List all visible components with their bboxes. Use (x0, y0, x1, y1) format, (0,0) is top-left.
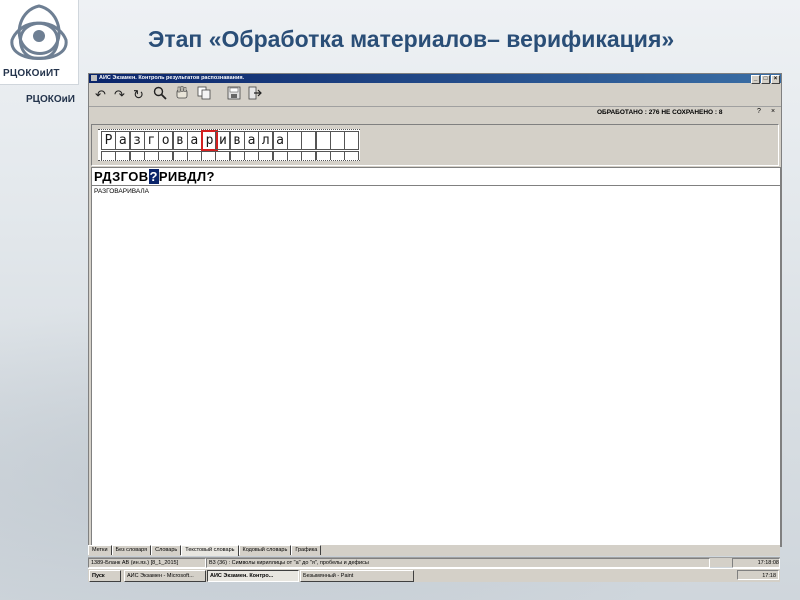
tab-graphics[interactable]: Графика (291, 545, 322, 555)
char-cell-lower (258, 151, 274, 160)
char-cell-lower (143, 151, 159, 160)
char-cell-lower (172, 151, 188, 160)
app-window: АИС Экзамен. Контроль результатов распоз… (88, 73, 782, 547)
help-button[interactable]: ? (757, 108, 761, 115)
tab-marks[interactable]: Метки (88, 545, 112, 555)
char-cell[interactable]: в (172, 131, 188, 150)
maximize-button[interactable]: □ (761, 75, 770, 84)
char-cell-lower (215, 151, 231, 160)
char-cell-lower (229, 151, 245, 160)
char-cell[interactable] (315, 131, 331, 150)
char-cell[interactable] (344, 131, 360, 150)
slide-title: Этап «Обработка материалов– верификация» (148, 26, 675, 52)
logo-emblem-icon (10, 4, 68, 60)
close-panel-button[interactable]: × (771, 108, 775, 115)
unrecognized-char[interactable]: ? (148, 169, 159, 184)
char-cell[interactable]: в (229, 131, 245, 150)
undo-icon[interactable]: ↶ (92, 86, 109, 103)
recognized-text-field[interactable]: РДЗГОВ?РИВДЛ? (91, 167, 781, 186)
char-cell[interactable]: а (115, 131, 131, 150)
char-cell[interactable]: з (129, 131, 145, 150)
char-cell[interactable]: а (244, 131, 259, 150)
char-cell-lower (329, 151, 345, 160)
char-cell-lower (201, 151, 217, 160)
close-window-button[interactable]: × (771, 75, 780, 84)
char-cell[interactable]: г (143, 131, 159, 150)
list-item[interactable]: РАЗГОВАРИВАЛА (94, 188, 149, 195)
tab-no-dictionary[interactable]: Без словаря (111, 545, 152, 555)
char-cell-lower (315, 151, 331, 160)
char-cell[interactable]: Р (101, 131, 116, 150)
status-time: 17:18:08 (732, 558, 780, 568)
char-cell[interactable]: а (272, 131, 288, 150)
char-cell-lower (158, 151, 174, 160)
window-title: АИС Экзамен. Контроль результатов распоз… (99, 75, 245, 81)
minimize-button[interactable]: _ (751, 75, 760, 84)
exit-icon[interactable] (246, 86, 263, 103)
taskbar-clock: 17:18 (737, 570, 779, 580)
char-cell[interactable] (329, 131, 345, 150)
status-bar: 1389-Бланк АВ (ин.яз.) [8_1_2015] В3 (36… (88, 557, 780, 568)
app-icon (91, 75, 97, 81)
start-label: Пуск (92, 573, 105, 579)
tab-text-dictionary[interactable]: Текстовый словарь (181, 545, 239, 556)
recognized-text-after: РИВДЛ? (158, 169, 215, 184)
char-cell-lower (186, 151, 202, 160)
char-cell[interactable]: л (258, 131, 274, 150)
char-cell-lower (115, 151, 131, 160)
hand-icon[interactable] (173, 86, 190, 103)
redo-icon[interactable]: ↷ (111, 86, 128, 103)
taskbar: Пуск АИС Экзамен - Microsoft... АИС Экза… (88, 568, 780, 582)
taskbar-item-active[interactable]: АИС Экзамен. Контро... (207, 570, 299, 582)
window-titlebar[interactable]: АИС Экзамен. Контроль результатов распоз… (89, 74, 781, 84)
logo-text-echo: РЦОКОиИ (26, 94, 75, 105)
status-file: 1389-Бланк АВ (ин.яз.) [8_1_2015] (88, 558, 206, 568)
logo: РЦОКОиИТ (0, 0, 79, 85)
save-icon[interactable] (225, 86, 242, 103)
tab-code-dictionary[interactable]: Кодовый словарь (238, 545, 292, 555)
status-field: В3 (36) : Символы кириллицы от "а" до "я… (206, 558, 710, 568)
char-cell-lower (129, 151, 145, 160)
recognized-text: РДЗГОВ?РИВДЛ? (94, 169, 215, 184)
char-cell-lower (344, 151, 360, 160)
char-cell[interactable]: о (158, 131, 174, 150)
copy-icon[interactable] (195, 86, 212, 103)
char-cell[interactable]: а (186, 131, 202, 150)
tab-dictionary[interactable]: Словарь (151, 545, 182, 555)
recognized-text-before: РДЗГОВ (94, 169, 149, 184)
dictionary-tabs: Метки Без словаря Словарь Текстовый словарь… (88, 545, 780, 556)
toolbar: ↶ ↷ ↻ (89, 84, 781, 107)
char-cell[interactable]: и (215, 131, 231, 150)
char-cell-lower (101, 151, 116, 160)
processed-counter: ОБРАБОТАНО : 276 НЕ СОХРАНЕНО : 8 (597, 109, 723, 116)
char-cell-lower (244, 151, 259, 160)
taskbar-item[interactable]: АИС Экзамен - Microsoft... (124, 570, 206, 582)
taskbar-item[interactable]: Безымянный - Paint (300, 570, 414, 582)
start-button[interactable]: Пуск (89, 570, 121, 582)
char-cell[interactable] (301, 131, 317, 150)
logo-text: РЦОКОиИТ (3, 68, 60, 79)
dictionary-suggestions: РАЗГОВАРИВАЛА (91, 185, 781, 546)
char-cell-lower (272, 151, 288, 160)
handwritten-field-image: Разговаривала (98, 129, 360, 161)
zoom-icon[interactable] (151, 86, 168, 103)
scanned-image-panel: Разговаривала (91, 124, 779, 166)
char-cell-lower (301, 151, 317, 160)
counter-bar: ОБРАБОТАНО : 276 НЕ СОХРАНЕНО : 8 ? × (89, 107, 781, 120)
char-cell[interactable] (286, 131, 302, 150)
char-cell-lower (286, 151, 302, 160)
refresh-icon[interactable]: ↻ (130, 86, 147, 103)
